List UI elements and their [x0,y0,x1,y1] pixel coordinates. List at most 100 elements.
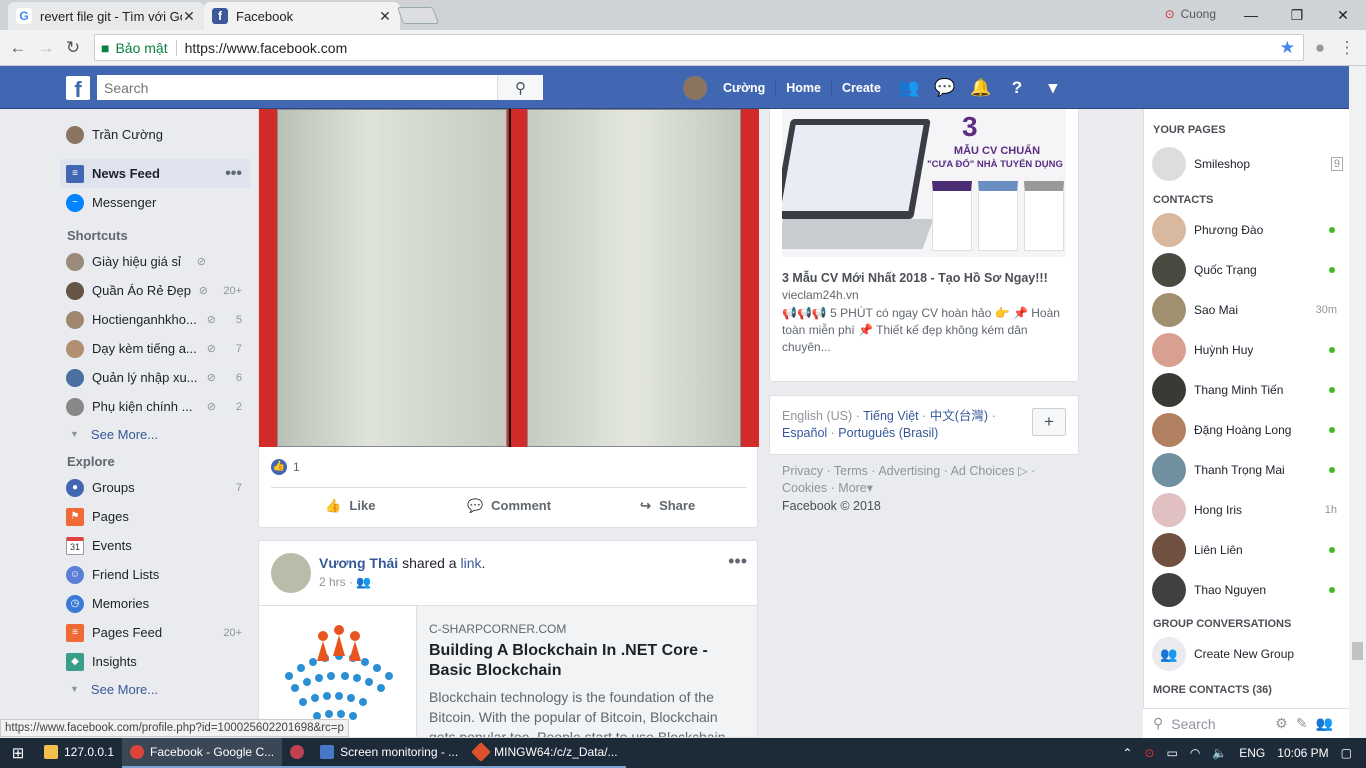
reactions-summary[interactable]: 👍 1 [271,459,300,475]
input-language[interactable]: ENG [1239,746,1265,760]
sidebar-item-news-feed[interactable]: ≡ News Feed ••• [60,159,250,188]
footer-link-ad-choices[interactable]: Ad Choices [951,464,1015,478]
windows-start-icon[interactable]: ⊞ [0,744,36,762]
create-new-group-button[interactable]: 👥 Create New Group [1144,634,1349,674]
link-object[interactable]: link [460,555,481,571]
shortcut-item[interactable]: Quản lý nhập xu... ⊘ 6 [60,363,250,392]
friend-requests-icon[interactable]: 👥 [891,78,927,98]
shortcut-item[interactable]: Dạy kèm tiếng a... ⊘ 7 [60,334,250,363]
tray-app-icon[interactable]: ⊙ [1144,746,1154,760]
more-options-icon[interactable]: ••• [225,165,242,183]
contact-item[interactable]: Sao Mai 30m [1144,290,1349,330]
volume-icon[interactable]: 🔈 [1212,746,1227,760]
notifications-center-icon[interactable]: ▢ [1341,746,1352,760]
taskbar-item-git-bash[interactable]: MINGW64:/c/z_Data/... [466,738,626,768]
sidebar-item-insights[interactable]: ◆ Insights [60,647,250,676]
search-button[interactable]: ⚲ [497,75,543,100]
scrollbar-thumb[interactable] [1352,642,1363,660]
messenger-icon[interactable]: 💬 [927,78,963,98]
menu-icon[interactable]: ⋮ [1337,38,1357,58]
taskbar-item-app[interactable] [282,738,313,768]
close-window-icon[interactable]: ✕ [1320,7,1366,24]
notifications-icon[interactable]: 🔔 [963,78,999,98]
chat-search[interactable]: ⚲ Search ⚙✎👥 [1143,708,1349,738]
taskbar-item-explorer[interactable]: 127.0.0.1 [36,738,122,768]
footer-link-cookies[interactable]: Cookies [782,481,827,495]
shortcut-item[interactable]: Phụ kiện chính ... ⊘ 2 [60,392,250,421]
footer-link-more[interactable]: More [838,481,866,495]
forward-icon[interactable]: → [36,38,56,58]
shortcut-item[interactable]: Giày hiệu giá sỉ ⊘ [60,247,250,276]
language-option[interactable]: 中文(台灣) [930,409,988,423]
network-icon[interactable]: ◠ [1190,746,1200,760]
sidebar-item-memories[interactable]: ◷ Memories [60,589,250,618]
search-input[interactable] [97,75,497,100]
contact-item[interactable]: Huỳnh Huy [1144,330,1349,370]
reload-icon[interactable]: ↻ [63,38,83,58]
facebook-logo-icon[interactable]: f [66,76,90,100]
sidebar-item-friend-lists[interactable]: ☺ Friend Lists [60,560,250,589]
share-button[interactable]: ↪ Share [588,488,747,523]
sidebar-item-events[interactable]: 31 Events [60,531,250,560]
sidebar-item-groups[interactable]: ● Groups 7 [60,473,250,502]
clock[interactable]: 10:06 PM [1277,746,1328,760]
avatar[interactable] [271,553,311,593]
sidebar-item-pages-feed[interactable]: ≡ Pages Feed 20+ [60,618,250,647]
contact-item[interactable]: Thang Minh Tiến [1144,370,1349,410]
home-link[interactable]: Home [776,81,832,95]
extension-icon[interactable]: ● [1310,38,1330,58]
taskbar-item-chrome[interactable]: Facebook - Google C... [122,738,283,768]
sidebar-item-pages[interactable]: ⚑ Pages [60,502,250,531]
chevron-up-icon[interactable]: ⌃ [1122,746,1132,760]
maximize-icon[interactable]: ❐ [1274,7,1320,24]
contact-item[interactable]: Hong Iris 1h [1144,490,1349,530]
see-more-shortcuts-link[interactable]: ▼ See More... [60,421,250,447]
address-bar[interactable]: ■ Bảo mật https://www.facebook.com ★ [94,34,1304,61]
contact-item[interactable]: Phương Đào [1144,210,1349,250]
sidebar-item-messenger[interactable]: ~ Messenger [60,188,250,217]
language-option[interactable]: Português (Brasil) [838,426,938,440]
page-item-smileshop[interactable]: Smileshop 9 [1144,144,1349,184]
footer-link-advertising[interactable]: Advertising [878,464,940,478]
bookmark-star-icon[interactable]: ★ [1280,38,1295,58]
sidebar-profile[interactable]: Trần Cường [60,120,250,149]
language-option[interactable]: Español [782,426,827,440]
like-button[interactable]: 👍 Like [271,488,430,523]
profile-link[interactable]: Cường [713,81,777,95]
account-menu-icon[interactable]: ▾ [1035,78,1071,98]
contact-item[interactable]: Thanh Trọng Mai [1144,450,1349,490]
author-name[interactable]: Vương Thái [319,555,398,571]
tab-google-search[interactable]: G revert file git - Tìm với Go ✕ [8,2,204,30]
see-more-explore-link[interactable]: ▼ See More... [60,676,250,702]
contact-item[interactable]: Thao Nguyen [1144,570,1349,610]
battery-icon[interactable]: ▭ [1166,746,1177,760]
browser-profile[interactable]: ⊙ Cuong [1165,7,1216,21]
link-preview[interactable]: C-SHARPCORNER.COM Building A Blockchain … [417,605,757,737]
contact-item[interactable]: Đặng Hoàng Long [1144,410,1349,450]
footer-link-terms[interactable]: Terms [834,464,868,478]
tab-facebook[interactable]: f Facebook ✕ [204,2,400,30]
contact-item[interactable]: Liên Liên [1144,530,1349,570]
post-options-icon[interactable]: ••• [728,551,747,572]
back-icon[interactable]: ← [8,38,28,58]
new-tab-button[interactable] [396,7,440,24]
shortcut-item[interactable]: Hoctienganhkho... ⊘ 5 [60,305,250,334]
contact-item[interactable]: Quốc Trạng [1144,250,1349,290]
post-photo[interactable] [259,109,759,447]
create-link[interactable]: Create [832,81,891,95]
comment-button[interactable]: 💬 Comment [430,488,589,523]
taskbar-item-screen-monitoring[interactable]: Screen monitoring - ... [312,738,467,768]
avatar[interactable] [683,76,707,100]
help-icon[interactable]: ? [999,78,1035,98]
close-tab-icon[interactable]: ✕ [182,8,196,25]
post-timestamp[interactable]: 2 hrs · 👥 [319,575,371,589]
ad-image[interactable]: 3 MẪU CV CHUẨN "CƯA ĐỔ" NHÀ TUYỂN DỤNG [782,109,1066,257]
footer-link-privacy[interactable]: Privacy [782,464,823,478]
close-tab-icon[interactable]: ✕ [378,8,392,25]
add-language-button[interactable]: + [1032,408,1066,436]
url-text[interactable]: https://www.facebook.com [185,40,348,56]
language-option[interactable]: Tiếng Việt [863,409,919,423]
chat-options-icon[interactable]: ⚙✎👥 [1275,715,1341,732]
scrollbar[interactable] [1349,66,1366,738]
shortcut-item[interactable]: Quần Áo Rẻ Đẹp ⊘ 20+ [60,276,250,305]
